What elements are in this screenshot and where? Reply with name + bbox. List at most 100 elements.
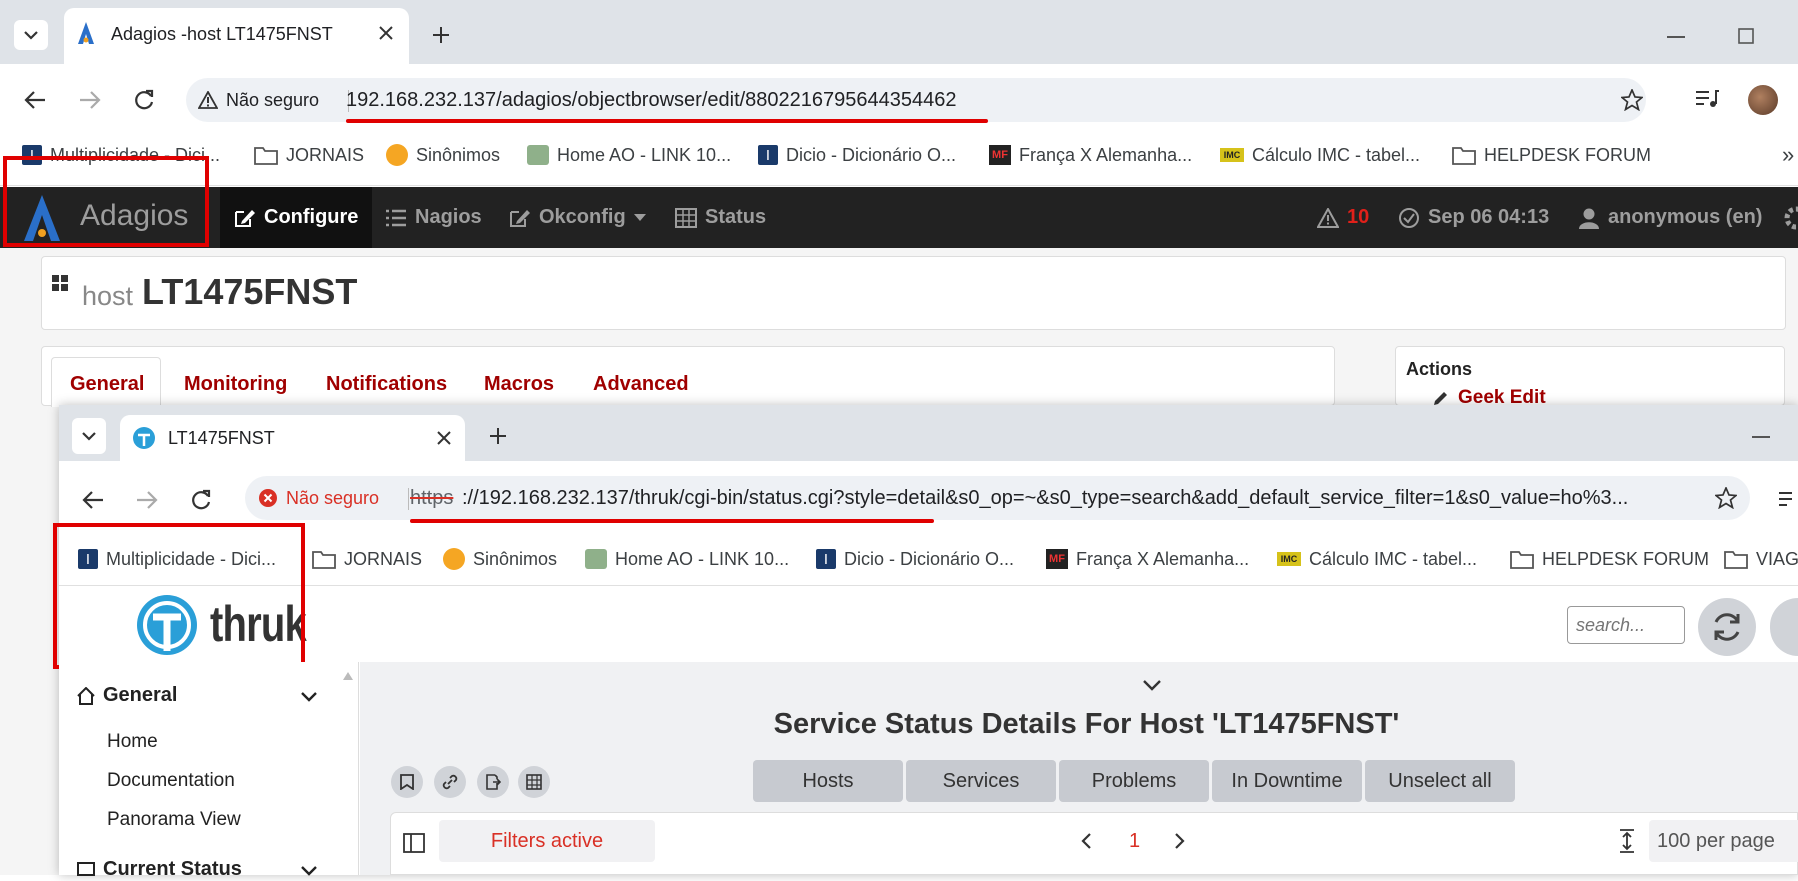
bookmarks-overflow[interactable]: »	[1782, 136, 1794, 174]
refresh-icon	[1714, 613, 1740, 641]
bookmark-item[interactable]: ꓲ Dicio - Dicionário O...	[816, 540, 1014, 578]
tab-advanced[interactable]: Advanced	[593, 373, 689, 396]
chevron-down-icon[interactable]	[301, 692, 317, 702]
adagios-favicon-icon	[78, 22, 94, 44]
tab-monitoring[interactable]: Monitoring	[184, 373, 287, 396]
bookmark-button[interactable]	[391, 766, 423, 798]
filter-problems-button[interactable]: Problems	[1059, 760, 1209, 802]
nav-okconfig[interactable]: Okconfig	[509, 187, 646, 248]
bookmark-item[interactable]: MF França X Alemanha...	[1046, 540, 1249, 578]
close-icon[interactable]	[379, 26, 393, 40]
scroll-up-icon[interactable]	[343, 672, 353, 680]
bookmark-star-icon[interactable]	[1621, 89, 1643, 111]
search-input[interactable]	[1567, 606, 1685, 644]
back-url[interactable]: 192.168.232.137/adagios/objectbrowser/ed…	[346, 89, 957, 112]
chevron-down-icon[interactable]	[1143, 680, 1161, 692]
export-button[interactable]	[477, 766, 509, 798]
tab-macros[interactable]: Macros	[484, 373, 554, 396]
front-bookmarks-bar: ꓲ Multiplicidade - Dici... JORNAIS Sinôni…	[59, 534, 1798, 586]
minimize-icon[interactable]	[1667, 36, 1685, 38]
tab-search-button[interactable]	[72, 418, 106, 454]
unselect-all-button[interactable]: Unselect all	[1365, 760, 1515, 802]
nav-nagios[interactable]: Nagios	[385, 187, 482, 248]
sidebar-toggle-icon[interactable]	[403, 833, 425, 853]
bookmark-item[interactable]: Home AO - LINK 10...	[585, 540, 789, 578]
expand-rows-icon[interactable]	[1619, 829, 1635, 853]
refresh-button[interactable]	[1698, 598, 1756, 656]
folder-icon	[312, 551, 336, 569]
maximize-icon[interactable]	[1738, 28, 1754, 44]
filter-downtime-button[interactable]: In Downtime	[1212, 760, 1362, 802]
bookmark-item[interactable]: JORNAIS	[254, 136, 364, 174]
bookmark-star-icon[interactable]	[1715, 487, 1737, 509]
annotation-box-thruk-logo	[53, 523, 305, 669]
minimize-icon[interactable]	[1752, 436, 1770, 438]
bookmark-item[interactable]: Sinônimos	[386, 136, 500, 174]
home-ao-icon	[585, 549, 607, 569]
host-prefix: host	[82, 281, 134, 311]
tab-general[interactable]: General	[70, 373, 144, 396]
media-playlist-icon[interactable]	[1695, 89, 1719, 109]
nav-user[interactable]: anonymous (en)	[1578, 187, 1762, 248]
new-tab-icon[interactable]	[489, 427, 507, 445]
close-icon[interactable]	[437, 431, 451, 445]
tab-notifications[interactable]: Notifications	[326, 373, 447, 396]
back-arrow-icon[interactable]	[82, 490, 104, 510]
back-browser-tab[interactable]: Adagios -host LT1475FNST	[64, 8, 409, 64]
bookmark-item[interactable]: IMC Cálculo IMC - tabel...	[1277, 540, 1477, 578]
forward-arrow-icon[interactable]	[136, 490, 158, 510]
bookmark-item[interactable]: VIAG	[1724, 540, 1798, 578]
filters-active-button[interactable]: Filters active	[439, 820, 655, 862]
sidebar-item-home[interactable]: Home	[107, 731, 158, 753]
sinonimos-icon	[443, 548, 465, 570]
edit-icon	[510, 209, 530, 227]
profile-avatar[interactable]	[1748, 85, 1778, 115]
bookmark-item[interactable]: Home AO - LINK 10...	[527, 136, 731, 174]
chevron-right-icon[interactable]	[1175, 833, 1185, 849]
sidebar-item-documentation[interactable]: Documentation	[107, 770, 235, 792]
back-address-bar[interactable]: Não seguro 192.168.232.137/adagios/objec…	[186, 78, 1646, 122]
link-button[interactable]	[434, 766, 466, 798]
bookmark-item[interactable]: MF França X Alemanha...	[989, 136, 1192, 174]
reload-icon[interactable]	[133, 89, 155, 111]
nav-status[interactable]: Status	[675, 187, 766, 248]
bookmark-item[interactable]: ꓲ Dicio - Dicionário O...	[758, 136, 956, 174]
front-browser-tab[interactable]: LT1475FNST	[120, 415, 465, 461]
bookmark-item[interactable]: HELPDESK FORUM	[1510, 540, 1709, 578]
gear-icon[interactable]	[1784, 206, 1798, 230]
nav-alerts[interactable]: 10	[1317, 187, 1369, 248]
columns-button[interactable]	[518, 766, 550, 798]
back-tab-title: Adagios -host LT1475FNST	[111, 24, 333, 44]
filter-services-button[interactable]: Services	[906, 760, 1056, 802]
sinonimos-icon	[386, 144, 408, 166]
sidebar-section-general[interactable]: General	[77, 684, 177, 707]
bookmark-item[interactable]: Sinônimos	[443, 540, 557, 578]
new-tab-icon[interactable]	[432, 26, 450, 44]
security-label[interactable]: Não seguro	[286, 488, 379, 509]
filter-hosts-button[interactable]: Hosts	[753, 760, 903, 802]
front-url[interactable]: ://192.168.232.137/thruk/cgi-bin/status.…	[462, 487, 1628, 510]
tab-search-button[interactable]	[14, 20, 48, 50]
bookmark-item[interactable]: IMC Cálculo IMC - tabel...	[1220, 136, 1420, 174]
per-page-select[interactable]: 100 per page	[1649, 820, 1798, 862]
sidebar-section-current-status[interactable]: Current Status	[77, 858, 242, 881]
page-title: LT1475FNST	[142, 271, 358, 312]
back-arrow-icon[interactable]	[24, 90, 46, 110]
nav-configure[interactable]: Configure	[220, 187, 373, 248]
host-tabs-panel: General Monitoring Notifications Macros …	[41, 346, 1335, 407]
front-address-bar[interactable]: Não seguro https ://192.168.232.137/thru…	[245, 476, 1750, 520]
nav-datetime[interactable]: Sep 06 04:13	[1398, 187, 1549, 248]
sidebar-item-panorama[interactable]: Panorama View	[107, 809, 241, 831]
bookmark-item[interactable]: JORNAIS	[312, 540, 422, 578]
chevron-down-icon	[24, 31, 38, 40]
list-icon	[386, 209, 406, 226]
bookmark-item[interactable]: HELPDESK FORUM	[1452, 136, 1651, 174]
security-label[interactable]: Não seguro	[226, 90, 319, 111]
forward-arrow-icon[interactable]	[79, 90, 101, 110]
url-scheme[interactable]: https	[410, 487, 453, 510]
mf-icon: MF	[989, 145, 1011, 165]
media-playlist-icon[interactable]	[1778, 490, 1798, 510]
reload-icon[interactable]	[190, 489, 212, 511]
chevron-left-icon[interactable]	[1081, 833, 1091, 849]
page-number[interactable]: 1	[1129, 830, 1140, 853]
